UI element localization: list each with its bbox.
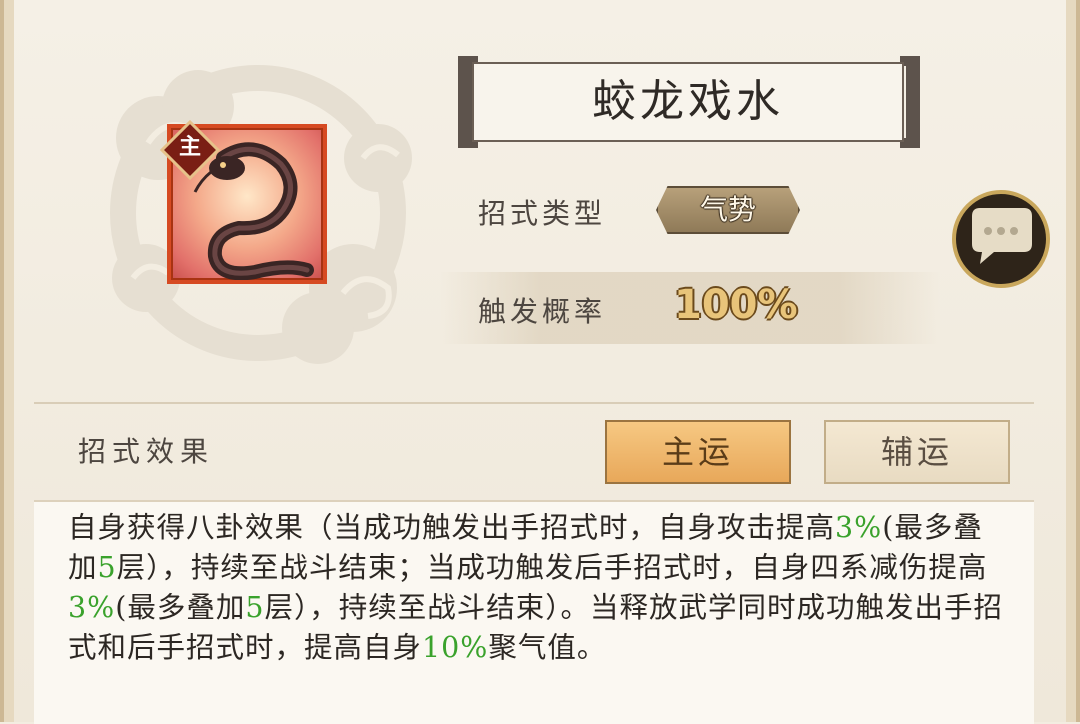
highlight-value: 3% [68,591,116,624]
highlight-value: 10% [422,631,489,664]
title-bracket-right [900,56,920,148]
type-badge: 气势 [656,186,800,234]
type-label: 招式类型 [478,197,607,230]
highlight-value: 5 [245,591,265,624]
chat-bubble-icon [972,208,1032,264]
title-bracket-left [458,56,478,148]
tab-main[interactable]: 主运 [605,420,791,484]
section-divider [34,402,1034,404]
tab-assist[interactable]: 辅运 [824,420,1010,484]
chat-button[interactable] [952,190,1050,288]
effect-description: 自身获得八卦效果（当成功触发出手招式时，自身攻击提高3%(最多叠加5层），持续至… [68,508,1008,668]
rate-value: 100% [674,282,798,328]
main-badge-label: 主 [178,134,201,160]
highlight-value: 3% [835,511,883,544]
rate-label: 触发概率 [478,295,607,328]
description-segment: 聚气值。 [488,631,607,664]
highlight-value: 5 [97,551,117,584]
effect-label: 招式效果 [78,435,215,468]
skill-title: 蛟龙戏水 [592,76,784,127]
description-segment: 自身获得八卦效果（当成功触发出手招式时，自身攻击提高 [68,511,836,544]
description-segment: 层），持续至战斗结束；当成功触发后手招式时，自身四系减伤提高 [116,551,988,584]
description-segment: (最多叠加 [115,591,246,624]
